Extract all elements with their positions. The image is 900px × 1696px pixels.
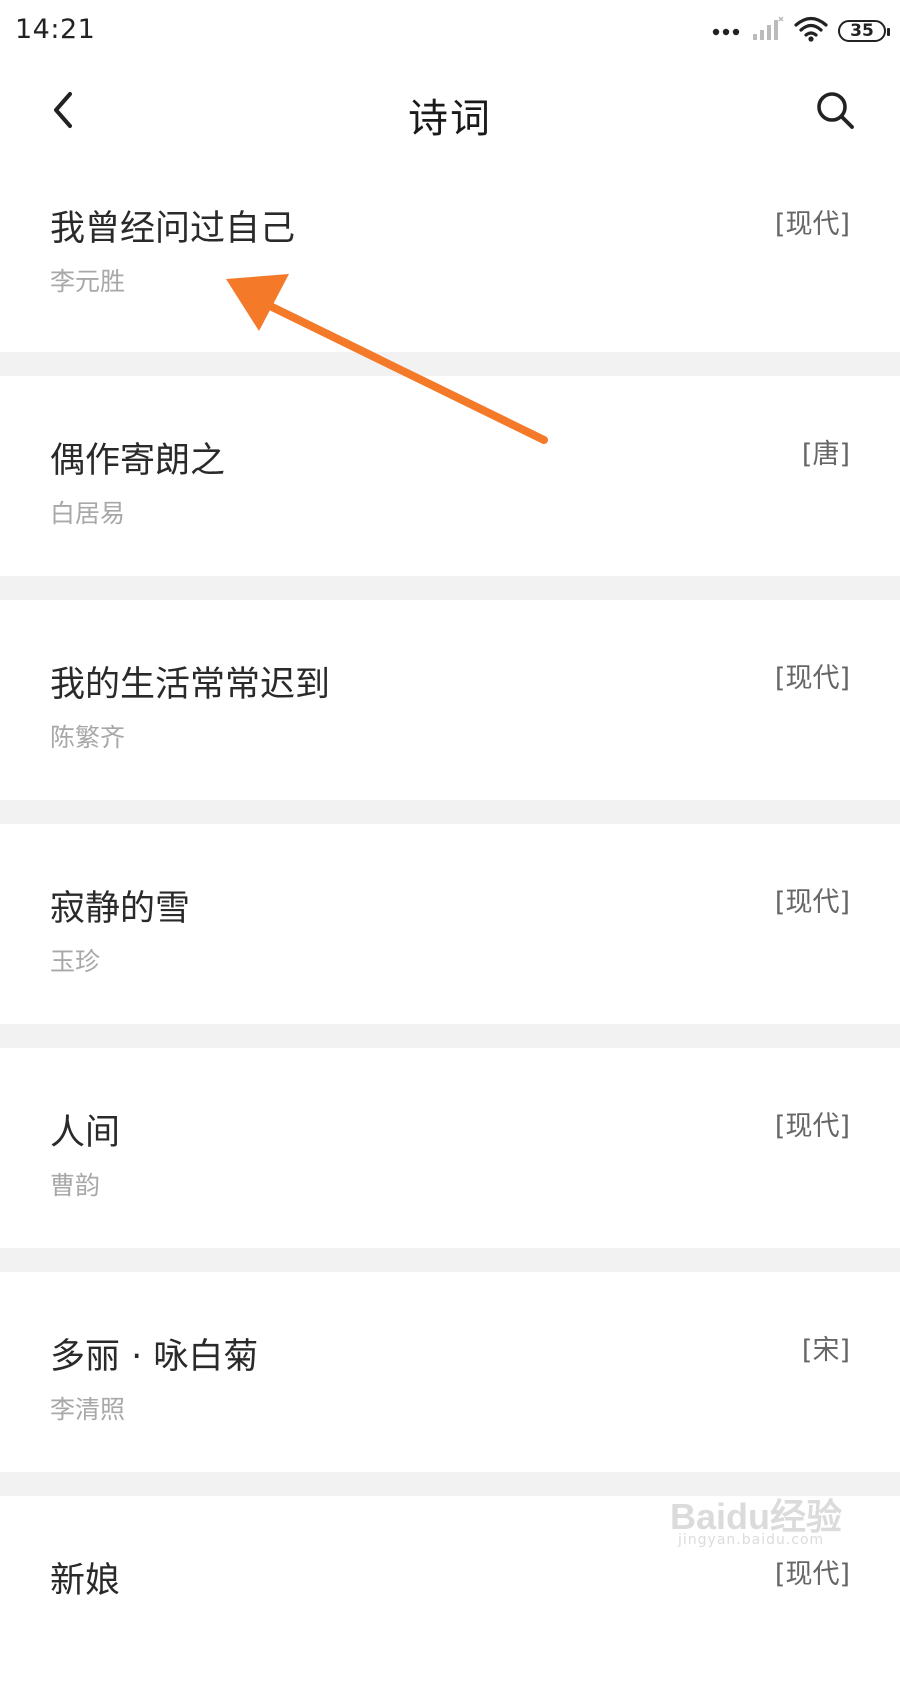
wifi-icon xyxy=(794,15,828,47)
poem-list: 我曾经问过自己 李元胜 [现代] 偶作寄朗之 白居易 [唐] 我的生活常常迟到 … xyxy=(0,172,900,1696)
poem-title: 我的生活常常迟到 xyxy=(50,665,331,705)
poem-list-item[interactable]: 我的生活常常迟到 陈繁齐 [现代] xyxy=(0,600,900,800)
battery-icon: 35 xyxy=(838,20,890,42)
watermark: Baidu经验 jingyan.baidu.com xyxy=(670,1488,842,1568)
poem-author: 陈繁齐 xyxy=(50,723,126,752)
poem-era: [现代] xyxy=(774,663,850,694)
search-icon xyxy=(814,89,856,135)
list-divider xyxy=(0,576,900,600)
poem-title: 偶作寄朗之 xyxy=(50,441,226,481)
poem-list-item[interactable]: 偶作寄朗之 白居易 [唐] xyxy=(0,376,900,576)
poem-author: 李元胜 xyxy=(50,267,126,296)
poem-era: [现代] xyxy=(774,1111,850,1142)
poem-list-item[interactable]: 我曾经问过自己 李元胜 [现代] xyxy=(0,172,900,352)
poem-list-item[interactable]: 多丽 · 咏白菊 李清照 [宋] xyxy=(0,1272,900,1472)
list-divider xyxy=(0,800,900,824)
status-time: 14:21 xyxy=(15,14,96,45)
list-divider xyxy=(0,1024,900,1048)
watermark-url: jingyan.baidu.com xyxy=(678,1532,825,1548)
search-button[interactable] xyxy=(810,86,860,138)
poem-title: 我曾经问过自己 xyxy=(50,209,296,249)
poem-era: [宋] xyxy=(801,1335,850,1366)
nav-bar: 诗词 xyxy=(0,62,900,172)
poem-era: [现代] xyxy=(774,209,850,240)
poem-author: 李清照 xyxy=(50,1395,126,1424)
signal-icon xyxy=(752,16,784,46)
poem-era: [唐] xyxy=(801,439,850,470)
dots-icon xyxy=(712,22,742,41)
page-title: 诗词 xyxy=(408,96,492,142)
poem-era: [现代] xyxy=(774,887,850,918)
list-divider xyxy=(0,1248,900,1272)
battery-level: 35 xyxy=(850,20,874,41)
poem-list-item[interactable]: 人间 曹韵 [现代] xyxy=(0,1048,900,1248)
poem-title: 人间 xyxy=(50,1113,121,1153)
status-icons: 35 xyxy=(712,14,890,48)
poem-title: 多丽 · 咏白菊 xyxy=(50,1337,259,1377)
poem-title: 新娘 xyxy=(50,1561,121,1601)
poem-author: 白居易 xyxy=(50,499,126,528)
poem-author: 曹韵 xyxy=(50,1171,101,1200)
poem-list-item[interactable]: 寂静的雪 玉珍 [现代] xyxy=(0,824,900,1024)
list-divider xyxy=(0,352,900,376)
poem-author: 玉珍 xyxy=(50,947,101,976)
status-bar: 14:21 35 xyxy=(0,0,900,62)
poem-title: 寂静的雪 xyxy=(50,889,191,929)
